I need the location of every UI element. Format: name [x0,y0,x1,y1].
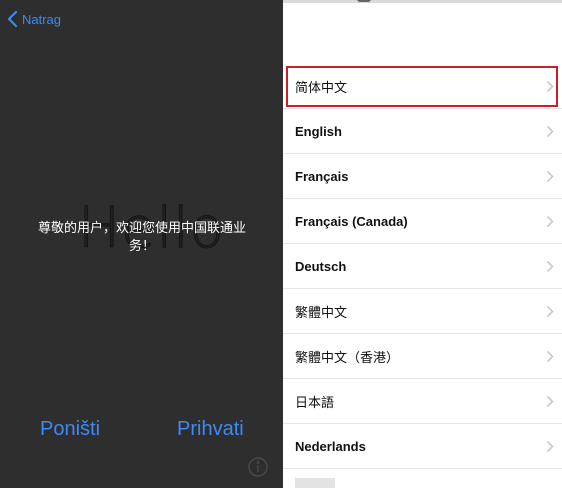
language-item-english[interactable]: English [283,109,562,154]
back-button-label: Natrag [22,11,62,27]
chevron-right-icon [546,305,554,318]
language-label: 简体中文 [295,80,348,96]
language-item-francais-canada[interactable]: Français (Canada) [283,199,562,244]
language-label: English [295,123,342,139]
top-divider [283,0,562,3]
chevron-right-icon [546,215,554,228]
chevron-right-icon [546,395,554,408]
chevron-right-icon [546,80,554,93]
language-label: Français [295,168,349,184]
accessibility-icon[interactable] [247,456,269,478]
language-item-nederlands[interactable]: Nederlands [283,424,562,469]
language-item-japanese[interactable]: 日本語 [283,379,562,424]
alert-message: 尊敬的用户，欢迎您使用中国联通业务！ [37,221,246,254]
chevron-right-icon [546,440,554,453]
language-list: 简体中文 English Français Français (Canada) … [283,64,562,469]
next-item-peek [295,478,335,488]
status-bar-fragment [357,0,371,2]
language-item-zh-hant-hk[interactable]: 繁體中文（香港） [283,334,562,379]
chevron-right-icon [546,350,554,363]
chevron-right-icon [546,260,554,273]
cancel-button[interactable]: Poništi [40,418,100,441]
language-label: Nederlands [295,438,366,454]
language-list-screen: 简体中文 English Français Français (Canada) … [283,0,562,488]
chevron-left-icon [7,10,18,28]
language-item-francais[interactable]: Français [283,154,562,199]
accept-button[interactable]: Prihvati [177,418,244,441]
language-label: Deutsch [295,258,347,274]
language-label: 日本語 [295,395,335,411]
language-label: 繁體中文 [295,305,348,321]
language-item-deutsch[interactable]: Deutsch [283,244,562,289]
hello-screen: Natrag Hello 尊敬的用户，欢迎您使用中国联通业务！ Poništi … [0,0,283,488]
language-label: 繁體中文（香港） [295,350,400,366]
chevron-right-icon [546,170,554,183]
back-button[interactable]: Natrag [6,9,61,29]
language-item-zh-hant[interactable]: 繁體中文 [283,289,562,334]
chevron-right-icon [546,125,554,138]
language-item-zh-hans[interactable]: 简体中文 [283,64,562,109]
language-label: Français (Canada) [295,213,408,229]
